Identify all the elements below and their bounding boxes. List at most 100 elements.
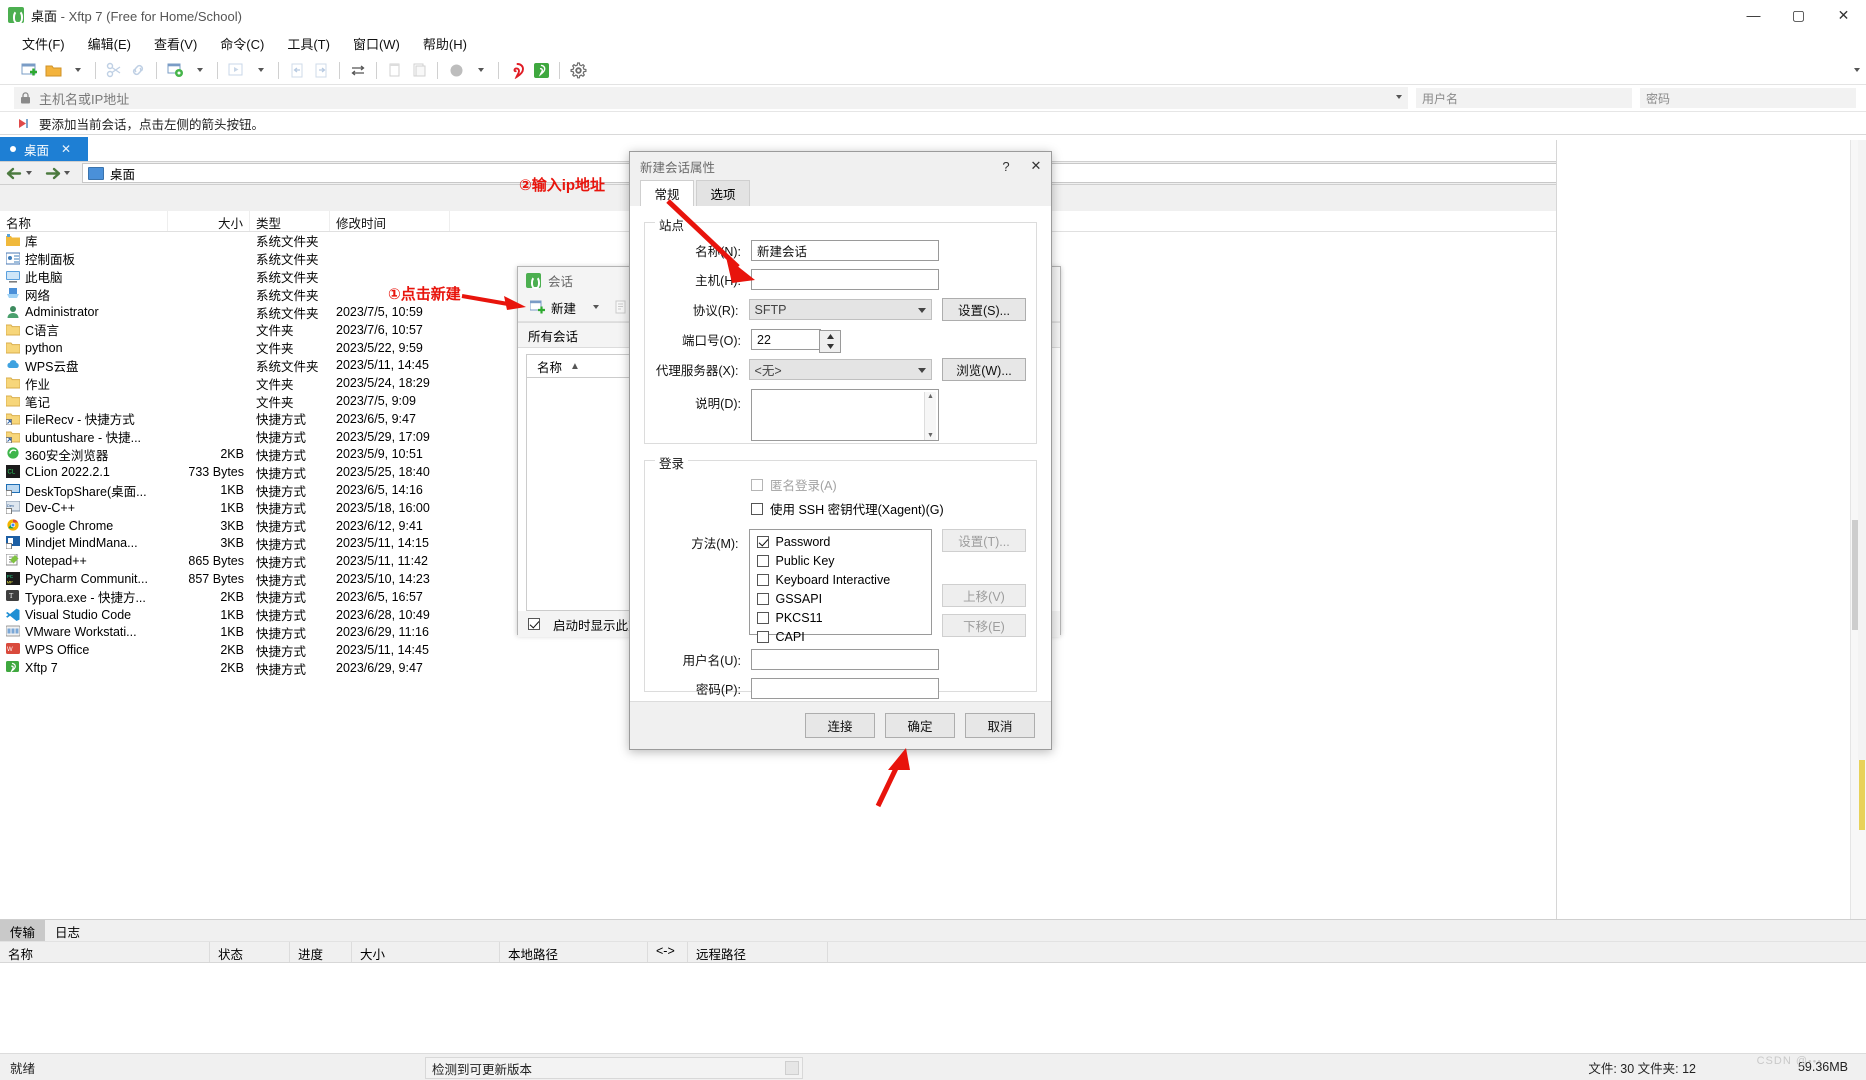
update-grip-icon[interactable]	[785, 1061, 799, 1075]
auth-method-checkbox[interactable]	[756, 574, 769, 586]
session-settings-dropdown-icon[interactable]	[188, 59, 210, 81]
host-field[interactable]	[751, 269, 939, 290]
tab-log[interactable]: 日志	[45, 920, 90, 941]
method-settings-button[interactable]: 设置(T)...	[942, 529, 1026, 552]
auth-method-item[interactable]: Password	[756, 535, 925, 549]
dialog-help-button[interactable]: ?	[991, 153, 1021, 179]
tab-desktop[interactable]: 桌面 ✕	[0, 137, 88, 161]
auth-method-item[interactable]: Public Key	[756, 554, 925, 568]
auth-method-item[interactable]: CAPI	[756, 630, 925, 644]
description-scroll-down-icon[interactable]: ▼	[927, 432, 934, 439]
xftp-icon[interactable]	[530, 59, 552, 81]
auth-method-item[interactable]: Keyboard Interactive	[756, 573, 925, 587]
transfer-column-remotepath[interactable]: 远程路径	[688, 942, 828, 962]
proxy-select[interactable]: <无>	[748, 359, 932, 380]
xagent-row[interactable]: 使用 SSH 密钥代理(Xagent)(G)	[751, 499, 1026, 518]
gear-icon[interactable]	[567, 59, 589, 81]
ok-button[interactable]: 确定	[885, 713, 955, 738]
method-move-down-button[interactable]: 下移(E)	[942, 614, 1026, 637]
connect-button[interactable]: 连接	[805, 713, 875, 738]
site-group-label: 站点	[655, 215, 689, 234]
auth-method-checkbox[interactable]	[756, 631, 769, 643]
auth-method-checkbox[interactable]	[756, 555, 769, 567]
menu-edit[interactable]: 编辑(E)	[84, 32, 135, 55]
minimize-button[interactable]: —	[1731, 0, 1776, 30]
username-field[interactable]	[751, 649, 939, 670]
username-input[interactable]: 用户名	[1416, 88, 1632, 108]
password-field[interactable]	[751, 678, 939, 699]
file-type-cell: 系统文件夹	[256, 253, 319, 268]
open-folder-icon[interactable]	[42, 59, 64, 81]
port-decrease-icon[interactable]	[820, 342, 840, 353]
new-session-icon[interactable]	[18, 59, 40, 81]
tab-general[interactable]: 常规	[640, 180, 694, 207]
new-session-dropdown-icon[interactable]	[584, 296, 606, 318]
column-size[interactable]: 大小	[168, 211, 250, 231]
xagent-checkbox[interactable]	[751, 502, 763, 515]
theme-dropdown-icon[interactable]	[469, 59, 491, 81]
auth-method-item[interactable]: GSSAPI	[756, 592, 925, 606]
description-scroll-up-icon[interactable]: ▲	[927, 393, 934, 400]
update-notification[interactable]: 检测到可更新版本	[425, 1057, 803, 1079]
forward-dropdown-icon[interactable]	[64, 171, 70, 175]
method-move-up-button[interactable]: 上移(V)	[942, 584, 1026, 607]
name-input[interactable]: 新建会话	[751, 240, 939, 261]
menu-view[interactable]: 查看(V)	[150, 32, 201, 55]
anonymous-login-row[interactable]: 匿名登录(A)	[751, 475, 1026, 494]
back-button[interactable]	[0, 163, 38, 183]
file-name-text: Xftp 7	[25, 661, 58, 676]
transfer-column-direction[interactable]: <->	[648, 942, 688, 962]
dialog-close-button[interactable]: ✕	[1021, 153, 1051, 179]
description-textarea[interactable]: ▲ ▼	[751, 389, 939, 441]
session-settings-icon[interactable]	[164, 59, 186, 81]
theme-circle-icon[interactable]	[445, 59, 467, 81]
open-dropdown-icon[interactable]	[66, 59, 88, 81]
xshell-icon[interactable]	[506, 59, 528, 81]
anonymous-login-checkbox[interactable]	[751, 478, 763, 491]
menu-help[interactable]: 帮助(H)	[419, 32, 471, 55]
maximize-button[interactable]: ▢	[1776, 0, 1821, 30]
menu-window[interactable]: 窗口(W)	[349, 32, 404, 55]
host-input[interactable]: 主机名或IP地址	[14, 87, 1408, 109]
forward-button[interactable]	[38, 163, 76, 183]
back-dropdown-icon[interactable]	[26, 171, 32, 175]
column-name[interactable]: 名称	[0, 211, 168, 231]
transfer-column-status[interactable]: 状态	[210, 942, 290, 962]
transfer-column-name[interactable]: 名称	[0, 942, 210, 962]
protocol-select[interactable]: SFTP	[748, 299, 932, 320]
menu-file[interactable]: 文件(F)	[18, 32, 69, 55]
column-type[interactable]: 类型	[250, 211, 330, 231]
port-increase-icon[interactable]	[820, 331, 840, 342]
auth-method-item[interactable]: PKCS11	[756, 611, 925, 625]
auth-method-list[interactable]: Password Public Key Keyboard Interactive GS…	[748, 529, 932, 644]
auth-method-checkbox[interactable]	[756, 536, 769, 548]
menu-command[interactable]: 命令(C)	[216, 32, 268, 55]
startup-dialog-checkbox[interactable]	[528, 618, 540, 630]
transfer-column-localpath[interactable]: 本地路径	[500, 942, 648, 962]
transfer-column-progress[interactable]: 进度	[290, 942, 352, 962]
menu-tools[interactable]: 工具(T)	[283, 32, 334, 55]
app-right-scroll-track[interactable]	[1858, 140, 1866, 760]
toolbar-overflow[interactable]	[1853, 68, 1860, 72]
auth-method-checkbox[interactable]	[756, 612, 769, 624]
column-modified[interactable]: 修改时间	[330, 211, 450, 231]
description-scrollbar[interactable]: ▲ ▼	[924, 392, 936, 440]
tab-close-icon[interactable]: ✕	[61, 142, 71, 156]
password-input[interactable]: 密码	[1640, 88, 1856, 108]
tab-transfer[interactable]: 传输	[0, 920, 46, 941]
run-dropdown-icon[interactable]	[249, 59, 271, 81]
chevron-down-icon[interactable]	[1395, 95, 1402, 99]
port-input[interactable]: 22	[751, 329, 841, 353]
protocol-settings-button[interactable]: 设置(S)...	[942, 298, 1026, 321]
close-button[interactable]: ✕	[1821, 0, 1866, 30]
cancel-button[interactable]: 取消	[965, 713, 1035, 738]
sync-icon[interactable]	[347, 59, 369, 81]
port-stepper[interactable]	[819, 330, 841, 353]
new-session-button[interactable]: 新建	[526, 296, 580, 319]
proxy-browse-button[interactable]: 浏览(W)...	[942, 358, 1026, 381]
menu-bar: 文件(F) 编辑(E) 查看(V) 命令(C) 工具(T) 窗口(W) 帮助(H…	[0, 31, 1866, 56]
transfer-column-size[interactable]: 大小	[352, 942, 500, 962]
app-right-scroll-thumb[interactable]	[1859, 760, 1865, 830]
tab-options[interactable]: 选项	[696, 180, 750, 206]
auth-method-checkbox[interactable]	[756, 593, 769, 605]
